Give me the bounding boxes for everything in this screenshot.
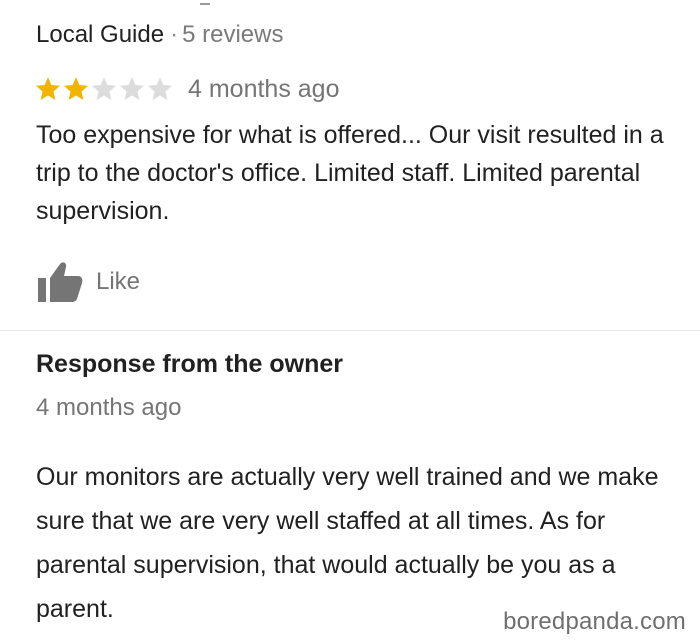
star-empty-icon bbox=[119, 77, 145, 100]
star-filled-icon bbox=[35, 77, 61, 100]
reviewer-meta: Local Guide · 5 reviews bbox=[36, 20, 283, 50]
cropped-text-fragment bbox=[200, 3, 210, 5]
star-filled-icon bbox=[63, 77, 89, 100]
meta-separator: · bbox=[170, 21, 179, 48]
star-empty-icon bbox=[91, 77, 117, 100]
review-text: Too expensive for what is offered... Our… bbox=[36, 121, 664, 225]
like-label: Like bbox=[96, 268, 141, 295]
review-count[interactable]: 5 reviews bbox=[182, 21, 283, 48]
owner-response-time: 4 months ago bbox=[36, 394, 182, 421]
thumbs-up-icon bbox=[36, 260, 84, 304]
rating-row: 4 months ago bbox=[34, 72, 340, 106]
like-button[interactable]: Like bbox=[36, 260, 140, 304]
section-divider bbox=[0, 330, 700, 331]
star-rating bbox=[34, 75, 174, 103]
review-card: Local Guide · 5 reviews 4 months ago Too e… bbox=[0, 0, 700, 644]
local-guide-badge[interactable]: Local Guide bbox=[36, 21, 164, 48]
watermark: boredpanda.com bbox=[503, 608, 686, 635]
review-time: 4 months ago bbox=[188, 74, 340, 103]
owner-response-text: Our monitors are actually very well trai… bbox=[36, 463, 659, 623]
star-empty-icon bbox=[147, 77, 173, 100]
owner-response-title: Response from the owner bbox=[36, 350, 343, 378]
